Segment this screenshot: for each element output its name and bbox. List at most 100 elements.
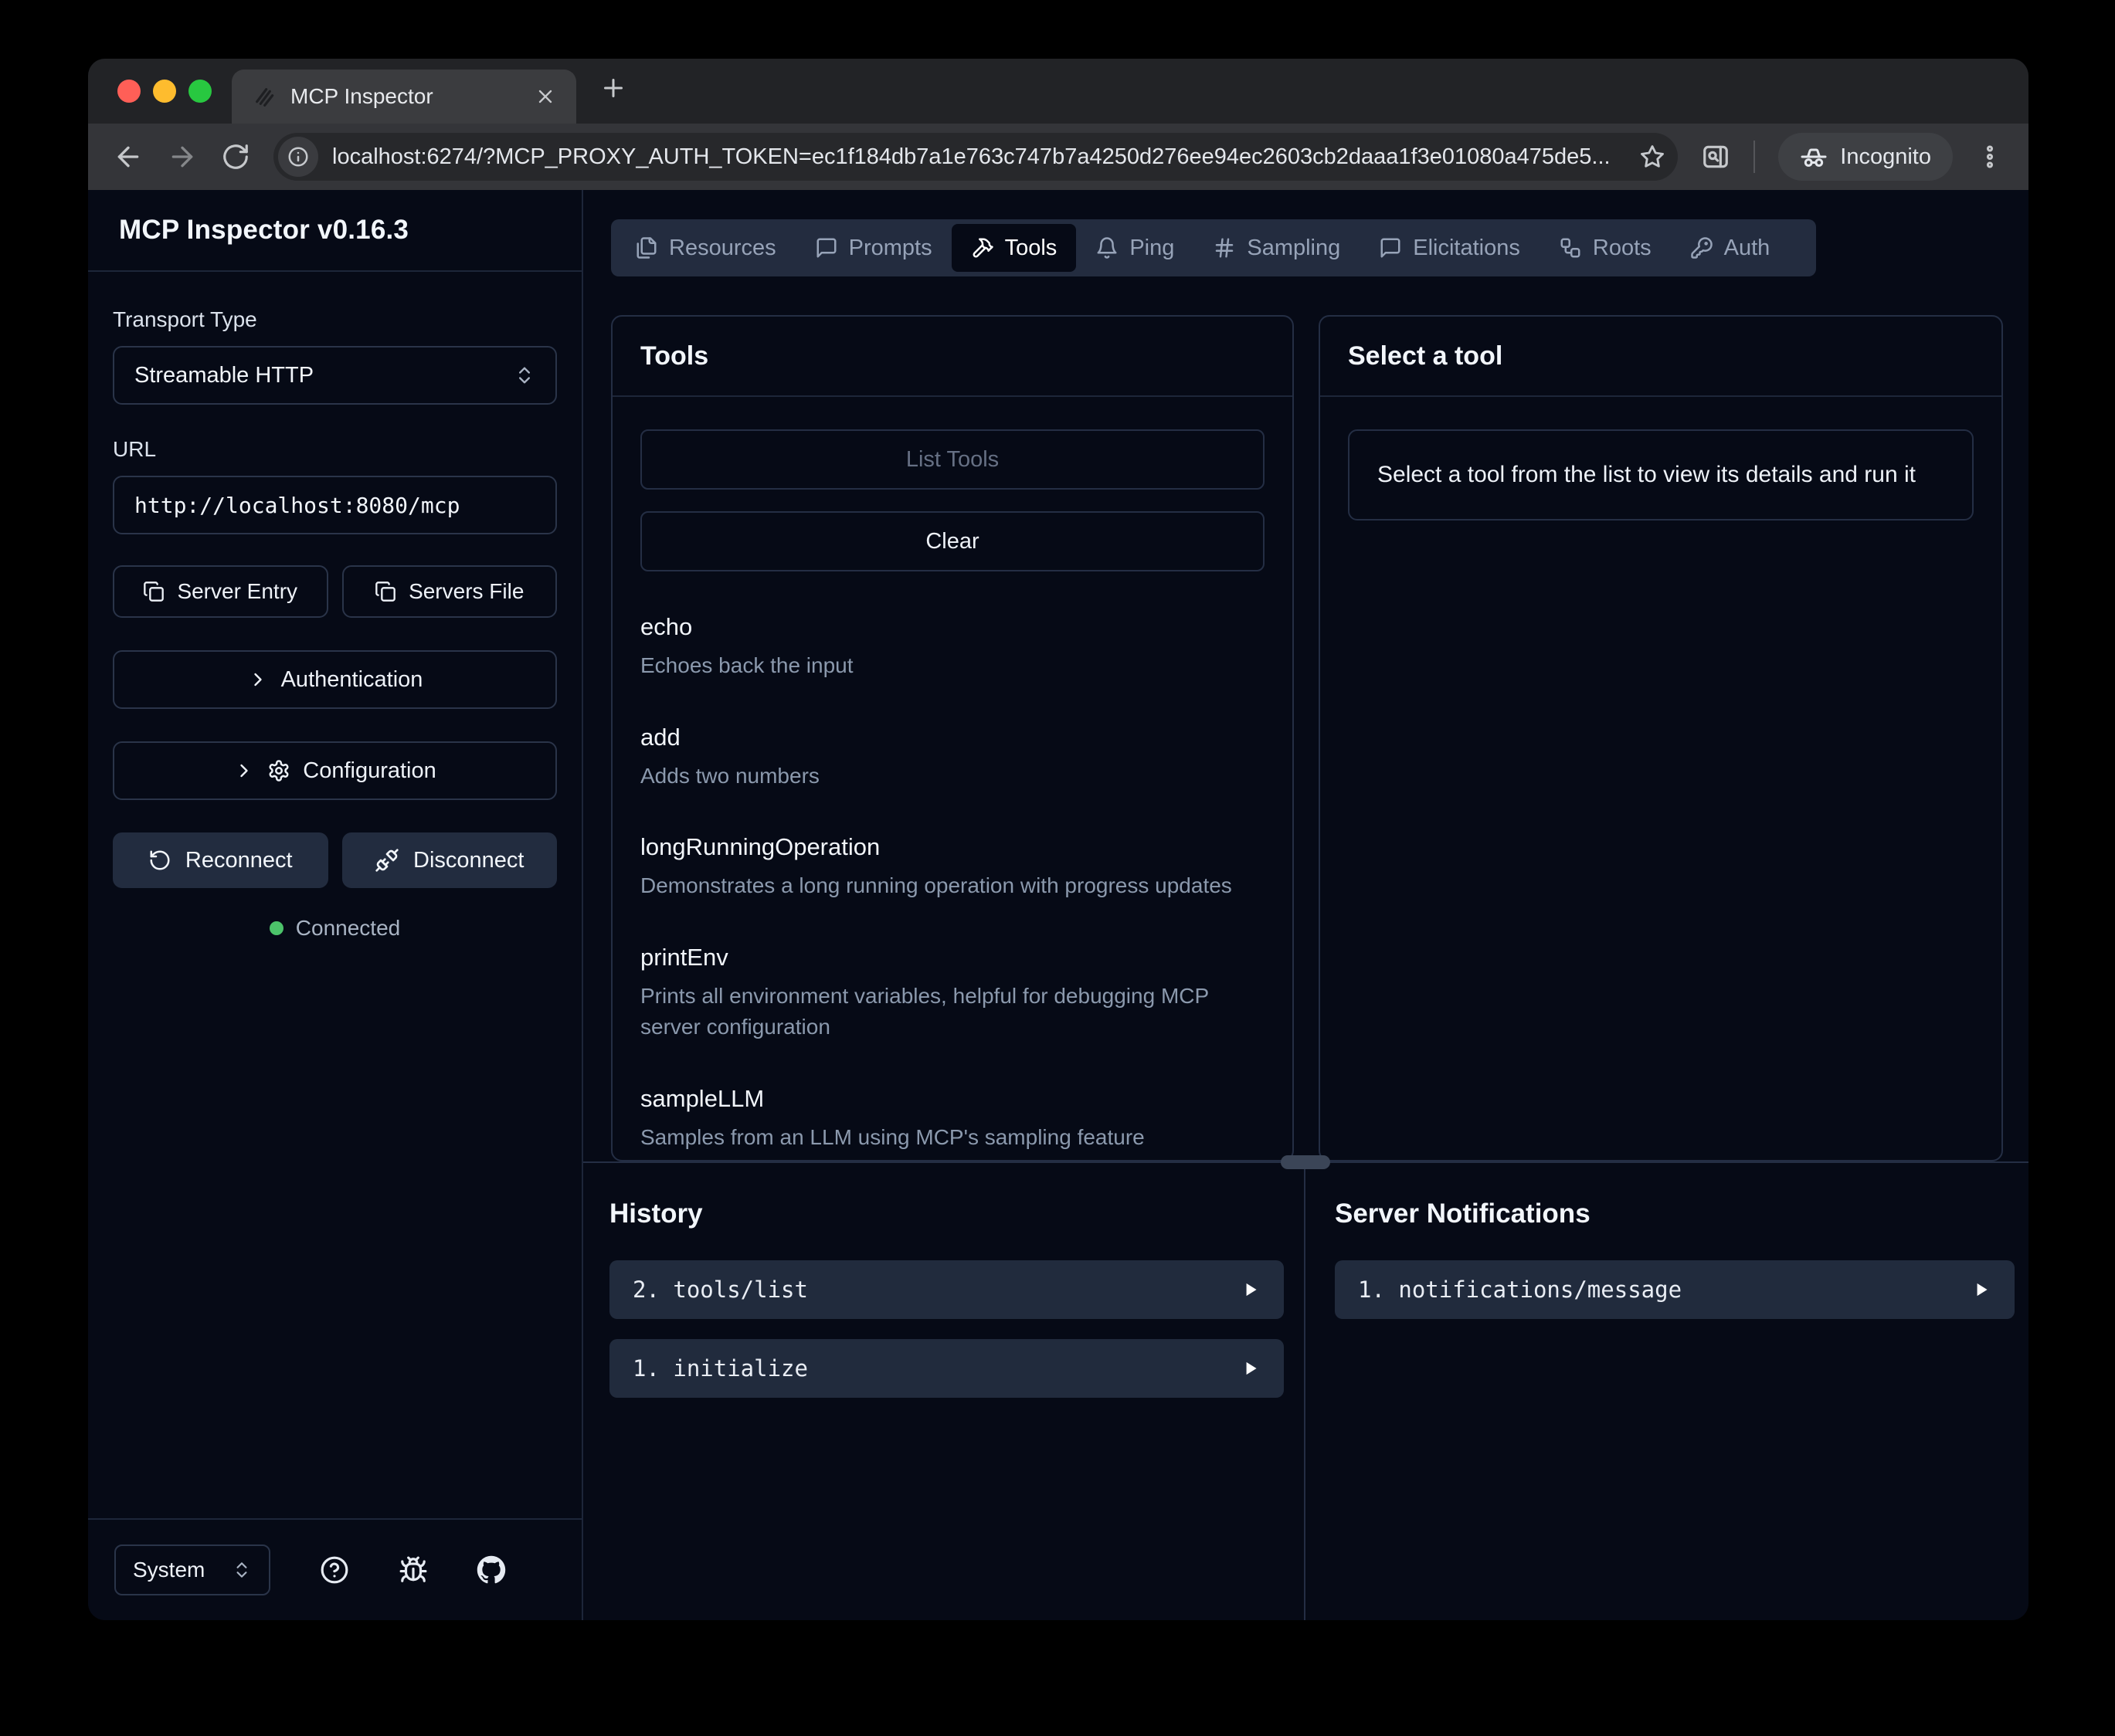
connection-status: Connected xyxy=(113,916,557,941)
close-tab-icon[interactable] xyxy=(535,86,556,107)
address-bar[interactable]: localhost:6274/?MCP_PROXY_AUTH_TOKEN=ec1… xyxy=(273,133,1678,181)
hammer-icon xyxy=(971,236,994,259)
list-tools-button[interactable]: List Tools xyxy=(640,429,1265,490)
horizontal-splitter[interactable] xyxy=(583,1161,2028,1163)
unplug-icon xyxy=(375,848,399,873)
feature-tabs: Resources Prompts Tools Ping Sampling xyxy=(611,219,1816,276)
incognito-badge: Incognito xyxy=(1778,133,1953,181)
disconnect-label: Disconnect xyxy=(413,848,524,873)
tool-item-add[interactable]: add Adds two numbers xyxy=(640,724,1265,792)
servers-file-button[interactable]: Servers File xyxy=(342,565,558,618)
incognito-icon xyxy=(1800,143,1828,171)
app-page: MCP Inspector v0.16.3 Transport Type Str… xyxy=(88,190,2028,1620)
authentication-label: Authentication xyxy=(281,667,423,693)
sidebar-footer: System xyxy=(88,1518,582,1620)
tool-item-echo[interactable]: echo Echoes back the input xyxy=(640,613,1265,682)
hash-icon xyxy=(1213,236,1236,259)
history-section: History 2. tools/list 1. initialize xyxy=(583,1163,1305,1620)
transport-type-select[interactable]: Streamable HTTP xyxy=(113,346,557,405)
browser-tab[interactable]: MCP Inspector xyxy=(232,70,576,124)
chevron-right-icon xyxy=(233,760,255,782)
gear-icon xyxy=(267,759,290,782)
toolbar-divider xyxy=(1753,141,1755,173)
history-item-initialize[interactable]: 1. initialize xyxy=(609,1339,1284,1398)
browser-window: MCP Inspector localhost:6274/?MCP_PROXY_… xyxy=(88,59,2028,1620)
server-url-value: http://localhost:8080/mcp xyxy=(134,493,460,518)
files-icon xyxy=(635,236,658,259)
maximize-window-button[interactable] xyxy=(188,80,212,103)
message-square-icon xyxy=(1379,236,1402,259)
tool-item-printenv[interactable]: printEnv Prints all environment variable… xyxy=(640,944,1265,1043)
tab-roots[interactable]: Roots xyxy=(1540,224,1671,272)
bug-icon[interactable] xyxy=(399,1555,428,1585)
authentication-toggle[interactable]: Authentication xyxy=(113,650,557,709)
configuration-toggle[interactable]: Configuration xyxy=(113,741,557,800)
theme-select[interactable]: System xyxy=(114,1544,270,1595)
configuration-label: Configuration xyxy=(303,758,436,784)
tab-resources[interactable]: Resources xyxy=(616,224,796,272)
theme-value: System xyxy=(133,1558,205,1582)
tab-ping[interactable]: Ping xyxy=(1076,224,1193,272)
minimize-window-button[interactable] xyxy=(153,80,176,103)
reload-icon[interactable] xyxy=(221,142,250,171)
github-icon[interactable] xyxy=(477,1555,506,1585)
close-window-button[interactable] xyxy=(117,80,141,103)
tool-detail-panel: Select a tool Select a tool from the lis… xyxy=(1319,315,2003,1161)
back-icon[interactable] xyxy=(113,141,144,172)
incognito-label: Incognito xyxy=(1840,144,1931,170)
rotate-ccw-icon xyxy=(148,849,171,872)
reconnect-label: Reconnect xyxy=(185,848,293,873)
tools-panel-title: Tools xyxy=(613,317,1292,397)
app-title: MCP Inspector v0.16.3 xyxy=(119,215,409,246)
transport-type-value: Streamable HTTP xyxy=(134,363,314,388)
disconnect-button[interactable]: Disconnect xyxy=(342,832,558,888)
notification-item-message[interactable]: 1. notifications/message xyxy=(1335,1260,2015,1319)
key-icon xyxy=(1690,236,1713,259)
server-url-input[interactable]: http://localhost:8080/mcp xyxy=(113,476,557,534)
browser-menu-icon[interactable] xyxy=(1976,143,2004,171)
reconnect-button[interactable]: Reconnect xyxy=(113,832,328,888)
message-square-icon xyxy=(815,236,838,259)
clear-tools-button[interactable]: Clear xyxy=(640,511,1265,571)
browser-toolbar: localhost:6274/?MCP_PROXY_AUTH_TOKEN=ec1… xyxy=(88,124,2028,190)
sidebar: MCP Inspector v0.16.3 Transport Type Str… xyxy=(88,190,583,1620)
history-title: History xyxy=(609,1199,1284,1229)
sidebar-header: MCP Inspector v0.16.3 xyxy=(88,190,582,272)
expand-play-icon[interactable] xyxy=(1241,1280,1261,1300)
copy-icon xyxy=(375,581,396,602)
workflow-icon xyxy=(1559,236,1582,259)
tab-prompts[interactable]: Prompts xyxy=(796,224,952,272)
server-entry-button[interactable]: Server Entry xyxy=(113,565,328,618)
bookmark-star-icon[interactable] xyxy=(1639,144,1665,170)
expand-play-icon[interactable] xyxy=(1971,1280,1991,1300)
site-info-icon[interactable] xyxy=(278,137,318,177)
main-content: Resources Prompts Tools Ping Sampling xyxy=(583,190,2028,1620)
forward-icon[interactable] xyxy=(167,141,198,172)
tab-tools[interactable]: Tools xyxy=(952,224,1077,272)
server-entry-label: Server Entry xyxy=(177,579,297,604)
transport-type-label: Transport Type xyxy=(113,307,557,332)
tools-panel-body: List Tools Clear echo Echoes back the in… xyxy=(613,397,1292,1160)
tool-item-longrunningoperation[interactable]: longRunningOperation Demonstrates a long… xyxy=(640,833,1265,902)
side-panel-search-icon[interactable] xyxy=(1701,142,1730,171)
splitter-drag-handle[interactable] xyxy=(1281,1155,1330,1169)
tools-panel: Tools List Tools Clear echo Echoes back … xyxy=(611,315,1294,1161)
browser-titlebar: MCP Inspector xyxy=(88,59,2028,124)
tab-auth[interactable]: Auth xyxy=(1671,224,1790,272)
copy-icon xyxy=(143,581,165,602)
tab-elicitations[interactable]: Elicitations xyxy=(1360,224,1540,272)
tab-sampling[interactable]: Sampling xyxy=(1193,224,1360,272)
chevrons-up-down-icon xyxy=(232,1560,252,1580)
help-circle-icon[interactable] xyxy=(320,1555,349,1585)
server-notifications-title: Server Notifications xyxy=(1335,1199,2015,1229)
server-notifications-section: Server Notifications 1. notifications/me… xyxy=(1305,1163,2028,1620)
servers-file-label: Servers File xyxy=(409,579,524,604)
connection-status-label: Connected xyxy=(296,916,400,941)
tool-detail-title: Select a tool xyxy=(1320,317,2001,397)
bell-icon xyxy=(1095,236,1119,259)
tool-item-samplellm[interactable]: sampleLLM Samples from an LLM using MCP'… xyxy=(640,1085,1265,1154)
expand-play-icon[interactable] xyxy=(1241,1358,1261,1378)
new-tab-button[interactable] xyxy=(599,74,627,102)
history-item-tools-list[interactable]: 2. tools/list xyxy=(609,1260,1284,1319)
url-text[interactable]: localhost:6274/?MCP_PROXY_AUTH_TOKEN=ec1… xyxy=(332,144,1625,170)
